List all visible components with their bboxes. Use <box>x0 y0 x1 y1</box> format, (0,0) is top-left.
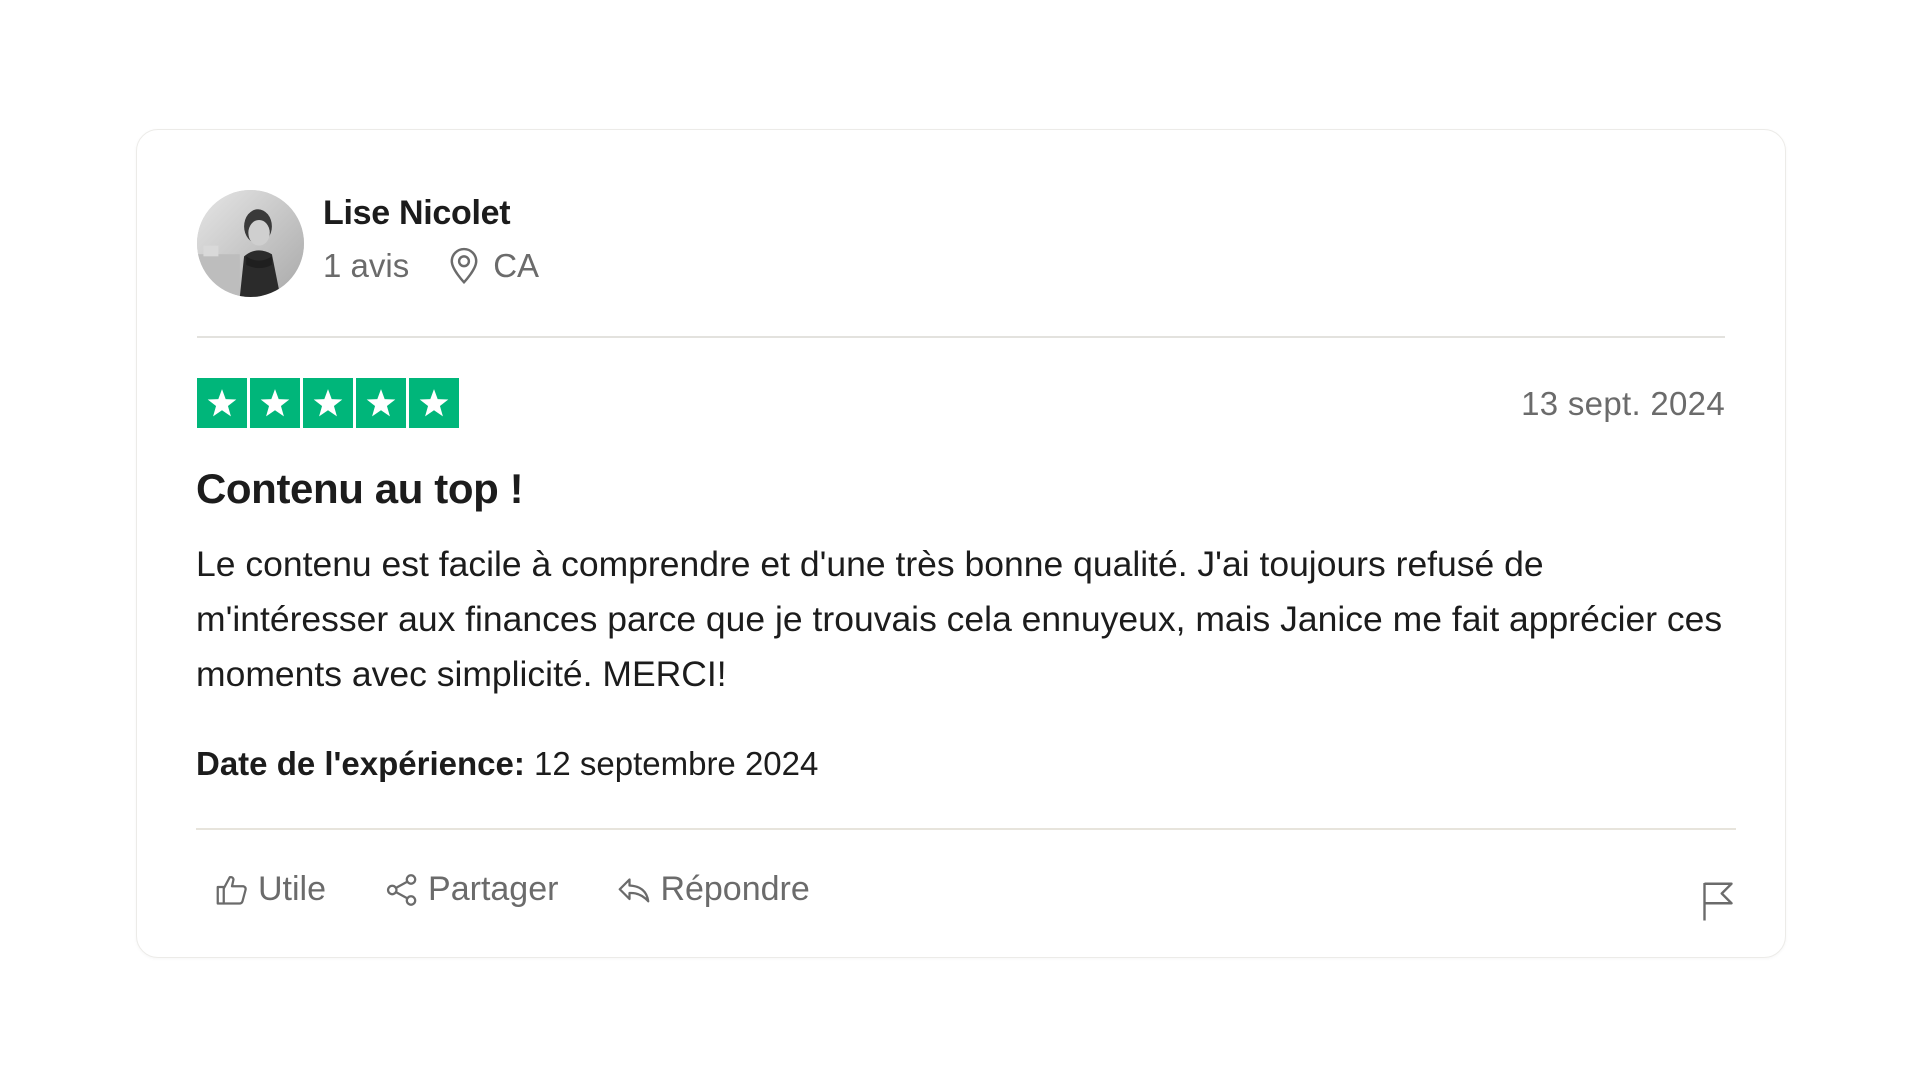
useful-button[interactable]: Utile <box>214 870 326 909</box>
consumer-header: Lise Nicolet 1 avis CA <box>197 130 1725 338</box>
consumer-meta: 1 avis CA <box>323 247 539 285</box>
star-icon <box>356 378 406 428</box>
avatar[interactable] <box>197 190 304 297</box>
share-button[interactable]: Partager <box>384 870 558 909</box>
star-icon <box>250 378 300 428</box>
flag-icon <box>1700 880 1736 922</box>
star-rating <box>197 378 459 428</box>
star-icon <box>303 378 353 428</box>
thumbs-up-icon <box>214 872 250 908</box>
consumer-location: CA <box>493 247 540 284</box>
share-icon <box>384 872 420 908</box>
review-title[interactable]: Contenu au top ! <box>196 465 524 513</box>
review-body: Le contenu est facile à comprendre et d'… <box>196 544 1723 694</box>
consumer-name[interactable]: Lise Nicolet <box>323 194 511 233</box>
report-button[interactable] <box>1700 880 1736 922</box>
location-pin-icon <box>447 247 481 285</box>
reply-icon <box>616 872 652 908</box>
review-date: 13 sept. 2024 <box>1521 385 1725 422</box>
avatar-photo <box>197 190 304 297</box>
star-icon <box>409 378 459 428</box>
share-label: Partager <box>428 870 559 908</box>
experience-date: Date de l'expérience: 12 septembre 2024 <box>196 745 818 783</box>
reply-label: Répondre <box>660 870 810 908</box>
experience-label: Date de l'expérience: <box>196 745 525 782</box>
actions-divider <box>196 828 1736 830</box>
experience-value: 12 septembre 2024 <box>534 745 819 782</box>
review-actions: Utile Partager Répondre <box>214 870 868 909</box>
reply-button[interactable]: Répondre <box>616 870 810 909</box>
reviews-count: 1 avis <box>323 247 410 284</box>
star-icon <box>197 378 247 428</box>
useful-label: Utile <box>258 870 327 908</box>
